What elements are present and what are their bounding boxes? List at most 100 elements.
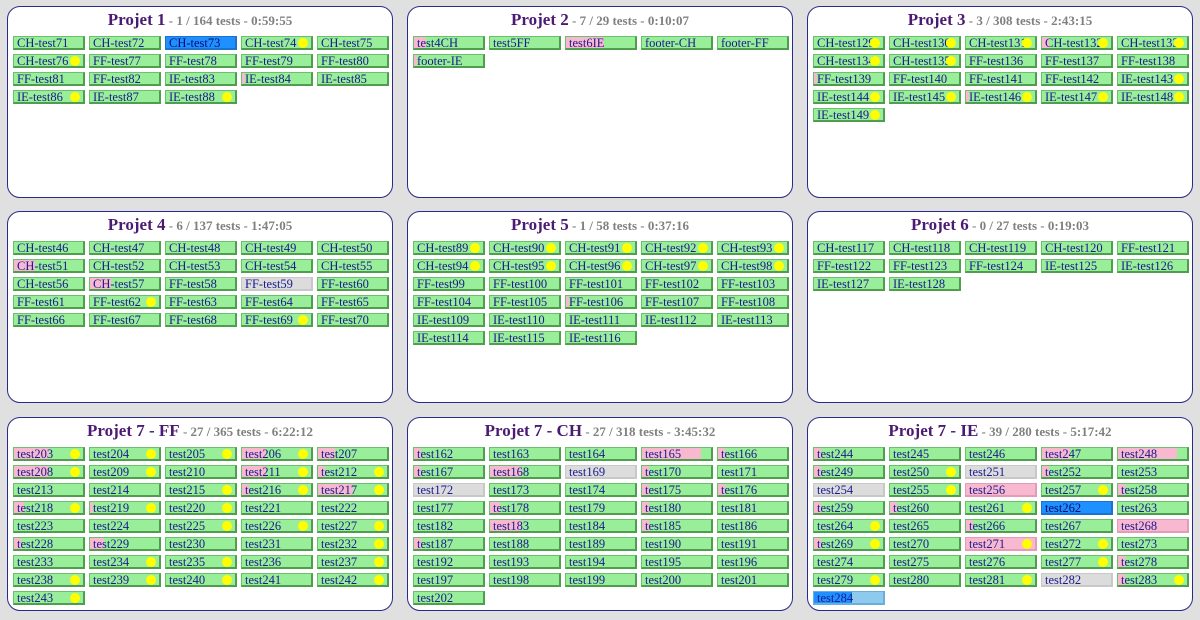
test-tile[interactable]: IE-test84	[241, 72, 313, 86]
test-tile[interactable]: IE-test115	[489, 331, 561, 345]
test-tile[interactable]: FF-test60	[317, 277, 389, 291]
test-tile[interactable]: IE-test146	[965, 90, 1037, 104]
test-tile[interactable]: FF-test70	[317, 313, 389, 327]
test-tile[interactable]: test280	[889, 573, 961, 587]
test-tile[interactable]: FF-test107	[641, 295, 713, 309]
test-tile[interactable]: test198	[489, 573, 561, 587]
test-tile[interactable]: footer-CH	[641, 36, 713, 50]
test-tile[interactable]: CH-test96	[565, 259, 637, 273]
test-tile[interactable]: test249	[813, 465, 885, 479]
test-tile[interactable]: test180	[641, 501, 713, 515]
test-tile[interactable]: test221	[241, 501, 313, 515]
test-tile[interactable]: FF-test103	[717, 277, 789, 291]
test-tile[interactable]: test203	[13, 447, 85, 461]
test-tile[interactable]: test241	[241, 573, 313, 587]
test-tile[interactable]: test168	[489, 465, 561, 479]
test-tile[interactable]: test220	[165, 501, 237, 515]
test-tile[interactable]: FF-test80	[317, 54, 389, 68]
test-tile[interactable]: FF-test139	[813, 72, 885, 86]
test-tile[interactable]: footer-IE	[413, 54, 485, 68]
test-tile[interactable]: FF-test81	[13, 72, 85, 86]
test-tile[interactable]: IE-test109	[413, 313, 485, 327]
test-tile[interactable]: test263	[1117, 501, 1189, 515]
test-tile[interactable]: test192	[413, 555, 485, 569]
test-tile[interactable]: IE-test83	[165, 72, 237, 86]
test-tile[interactable]: test259	[813, 501, 885, 515]
test-tile[interactable]: FF-test82	[89, 72, 161, 86]
test-tile[interactable]: CH-test95	[489, 259, 561, 273]
test-tile[interactable]: test235	[165, 555, 237, 569]
test-tile[interactable]: test171	[717, 465, 789, 479]
test-tile[interactable]: test214	[89, 483, 161, 497]
test-tile[interactable]: IE-test147	[1041, 90, 1113, 104]
test-tile[interactable]: test185	[641, 519, 713, 533]
test-tile[interactable]: test170	[641, 465, 713, 479]
test-tile[interactable]: test247	[1041, 447, 1113, 461]
test-tile[interactable]: FF-test63	[165, 295, 237, 309]
test-tile[interactable]: FF-test59	[241, 277, 313, 291]
test-tile[interactable]: test177	[413, 501, 485, 515]
test-tile[interactable]: test278	[1117, 555, 1189, 569]
test-tile[interactable]: IE-test128	[889, 277, 961, 291]
test-tile[interactable]: test200	[641, 573, 713, 587]
test-tile[interactable]: FF-test99	[413, 277, 485, 291]
test-tile[interactable]: CH-test48	[165, 241, 237, 255]
test-tile[interactable]: FF-test68	[165, 313, 237, 327]
test-tile[interactable]: test204	[89, 447, 161, 461]
test-tile[interactable]: test276	[965, 555, 1037, 569]
test-tile[interactable]: CH-test91	[565, 241, 637, 255]
test-tile[interactable]: CH-test54	[241, 259, 313, 273]
test-tile[interactable]: test172	[413, 483, 485, 497]
test-tile[interactable]: CH-test98	[717, 259, 789, 273]
test-tile[interactable]: FF-test100	[489, 277, 561, 291]
test-tile[interactable]: FF-test137	[1041, 54, 1113, 68]
test-tile[interactable]: CH-test71	[13, 36, 85, 50]
test-tile[interactable]: IE-test85	[317, 72, 389, 86]
test-tile[interactable]: test223	[13, 519, 85, 533]
test-tile[interactable]: IE-test114	[413, 331, 485, 345]
test-tile[interactable]: test186	[717, 519, 789, 533]
test-tile[interactable]: test211	[241, 465, 313, 479]
test-tile[interactable]: test201	[717, 573, 789, 587]
test-tile[interactable]: test275	[889, 555, 961, 569]
test-tile[interactable]: test196	[717, 555, 789, 569]
test-tile[interactable]: FF-test101	[565, 277, 637, 291]
test-tile[interactable]: FF-test138	[1117, 54, 1189, 68]
test-tile[interactable]: test260	[889, 501, 961, 515]
test-tile[interactable]: FF-test106	[565, 295, 637, 309]
test-tile[interactable]: CH-test50	[317, 241, 389, 255]
test-tile[interactable]: CH-test47	[89, 241, 161, 255]
test-tile[interactable]: test271	[965, 537, 1037, 551]
test-tile[interactable]: IE-test116	[565, 331, 637, 345]
test-tile[interactable]: CH-test49	[241, 241, 313, 255]
test-tile[interactable]: FF-test58	[165, 277, 237, 291]
test-tile[interactable]: test253	[1117, 465, 1189, 479]
test-tile[interactable]: test174	[565, 483, 637, 497]
test-tile[interactable]: CH-test118	[889, 241, 961, 255]
test-tile[interactable]: IE-test110	[489, 313, 561, 327]
test-tile[interactable]: test242	[317, 573, 389, 587]
test-tile[interactable]: FF-test79	[241, 54, 313, 68]
test-tile[interactable]: FF-test121	[1117, 241, 1189, 255]
test-tile[interactable]: CH-test51	[13, 259, 85, 273]
test-tile[interactable]: test226	[241, 519, 313, 533]
test-tile[interactable]: test237	[317, 555, 389, 569]
test-tile[interactable]: FF-test104	[413, 295, 485, 309]
test-tile[interactable]: footer-FF	[717, 36, 789, 50]
test-tile[interactable]: test256	[965, 483, 1037, 497]
test-tile[interactable]: test4CH	[413, 36, 485, 50]
test-tile[interactable]: test184	[565, 519, 637, 533]
test-tile[interactable]: IE-test111	[565, 313, 637, 327]
test-tile[interactable]: IE-test125	[1041, 259, 1113, 273]
test-tile[interactable]: FF-test136	[965, 54, 1037, 68]
test-tile[interactable]: FF-test124	[965, 259, 1037, 273]
test-tile[interactable]: FF-test78	[165, 54, 237, 68]
test-tile[interactable]: test190	[641, 537, 713, 551]
test-tile[interactable]: FF-test102	[641, 277, 713, 291]
test-tile[interactable]: test164	[565, 447, 637, 461]
test-tile[interactable]: test262	[1041, 501, 1113, 515]
test-tile[interactable]: test232	[317, 537, 389, 551]
test-tile[interactable]: test6IE	[565, 36, 637, 50]
test-tile[interactable]: test248	[1117, 447, 1189, 461]
test-tile[interactable]: FF-test65	[317, 295, 389, 309]
